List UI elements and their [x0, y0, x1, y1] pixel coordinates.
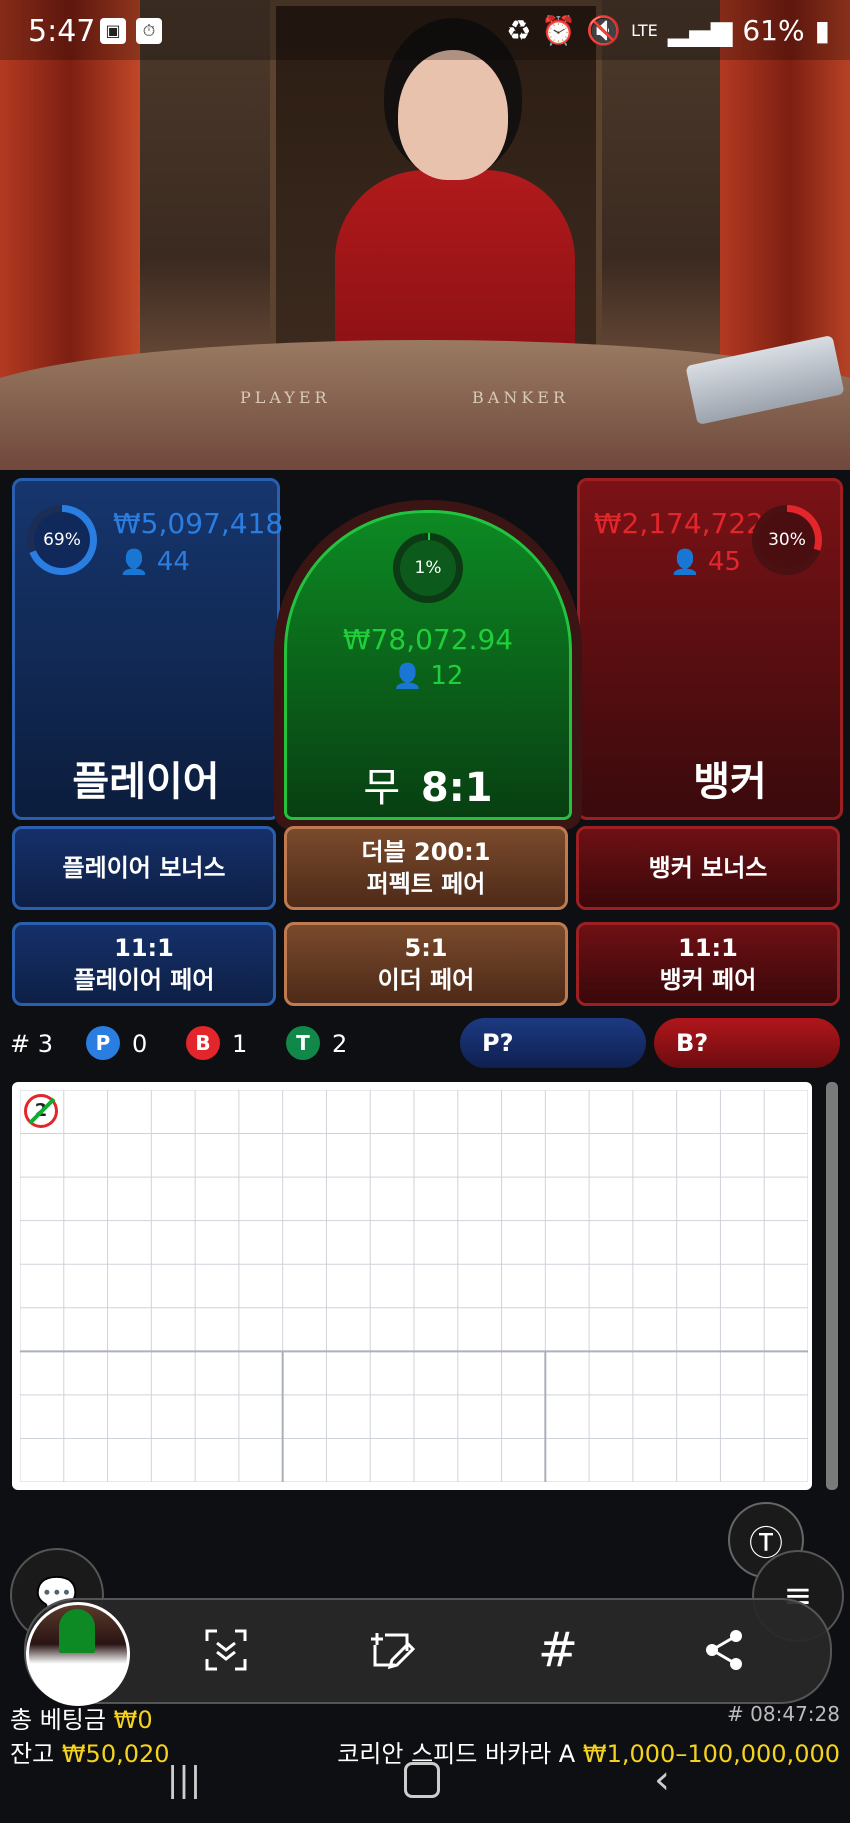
- banker-win-count: 1: [232, 1030, 248, 1058]
- tie-bet-amount: ₩78,072.94: [342, 623, 514, 656]
- recent-apps-icon[interactable]: |||: [154, 1755, 214, 1805]
- tie-bettor-count: 12: [430, 661, 464, 691]
- banker-pair-odds: 11:1: [678, 934, 738, 962]
- tie-win-count: 2: [332, 1030, 348, 1058]
- player-bonus-label: 플레이어 보너스: [62, 854, 226, 882]
- battery-icon: ▮: [814, 14, 830, 47]
- road-scrollbar[interactable]: [826, 1082, 838, 1490]
- back-icon[interactable]: ‹: [632, 1755, 692, 1805]
- tie-win-dot: T: [286, 1026, 320, 1060]
- banker-label: 뱅커: [693, 759, 767, 805]
- tie-label-row: 무 8:1: [287, 755, 569, 813]
- banker-bonus-label: 뱅커 보너스: [648, 854, 768, 882]
- banker-predict-button[interactable]: B?: [654, 1018, 840, 1068]
- total-bet-label: 총 베팅금: [10, 1706, 106, 1734]
- player-win-count: 0: [132, 1030, 148, 1058]
- balance: 잔고 ₩50,020: [10, 1734, 170, 1769]
- banker-bettor-count: 45: [707, 547, 741, 577]
- live-video: PLAYER BANKER: [0, 0, 850, 470]
- tie-bettors: 👤 12: [287, 661, 569, 691]
- banker-percent: 30%: [759, 512, 815, 568]
- network-type: LTE: [631, 20, 658, 40]
- scroll-capture-icon[interactable]: [196, 1620, 256, 1680]
- dealer-head: [398, 50, 508, 180]
- banker-percent-ring: 30%: [752, 505, 822, 575]
- status-right: ♻ ⏰ 🔇 LTE ▂▄▆ 61% ▮: [506, 14, 830, 47]
- player-pair-button[interactable]: 11:1 플레이어 페어: [12, 922, 276, 1006]
- timer-app-icon: ⏱: [136, 18, 162, 44]
- battery-percent: 61%: [742, 14, 805, 47]
- bet-limits: ₩1,000–100,000,000: [582, 1740, 840, 1768]
- gallery-icon: ▣: [100, 18, 126, 44]
- player-pair-odds: 11:1: [114, 934, 174, 962]
- tie-odds: 8:1: [420, 765, 493, 811]
- table-banker-text: BANKER: [472, 388, 569, 407]
- banker-bonus-button[interactable]: 뱅커 보너스: [576, 826, 840, 910]
- banker-pair-button[interactable]: 11:1 뱅커 페어: [576, 922, 840, 1006]
- total-bet-value: ₩0: [113, 1706, 153, 1734]
- banker-win-dot: B: [186, 1026, 220, 1060]
- player-pair-label: 플레이어 페어: [73, 966, 215, 994]
- player-predict-button[interactable]: P?: [460, 1018, 646, 1068]
- either-pair-button[interactable]: 5:1 이더 페어: [284, 922, 568, 1006]
- player-percent-ring: 69%: [27, 505, 97, 575]
- banker-bet-spot[interactable]: ₩2,174,722 👤 45 30% 뱅커: [577, 478, 843, 820]
- either-pair-odds: 5:1: [404, 934, 448, 962]
- player-bet-amount: ₩5,097,418: [113, 507, 284, 540]
- mute-icon: 🔇: [586, 14, 622, 47]
- player-bonus-button[interactable]: 플레이어 보너스: [12, 826, 276, 910]
- balance-label: 잔고: [10, 1740, 55, 1768]
- draw-edit-icon[interactable]: [362, 1620, 422, 1680]
- alarm-icon: ⏰: [541, 14, 577, 47]
- status-time: 5:47: [28, 14, 96, 49]
- player-label: 플레이어: [72, 759, 220, 805]
- signal-icon: ▂▄▆: [667, 14, 733, 47]
- perfect-pair-label: 퍼펙트 페어: [366, 870, 486, 898]
- table-player-text: PLAYER: [240, 388, 331, 407]
- total-bet: 총 베팅금 ₩0: [10, 1700, 153, 1735]
- user-icon: 👤: [392, 662, 423, 690]
- player-bettor-count: 44: [156, 547, 190, 577]
- round-number: # 3: [10, 1030, 54, 1058]
- perfect-pair-button[interactable]: 더블 200:1 퍼펙트 페어: [284, 826, 568, 910]
- road-grid: [20, 1090, 808, 1482]
- home-icon[interactable]: [392, 1755, 452, 1805]
- hashtag-icon[interactable]: #: [528, 1620, 588, 1680]
- table-name: 코리안 스피드 바카라 A: [337, 1740, 576, 1768]
- round-id: # 08:47:28: [727, 1702, 840, 1726]
- thumbnail-tie: [59, 1609, 95, 1653]
- recycle-icon: ♻: [506, 14, 532, 47]
- banker-pair-label: 뱅커 페어: [659, 966, 757, 994]
- tie-percent: 1%: [400, 540, 456, 596]
- player-percent: 69%: [34, 512, 90, 568]
- screenshot-thumbnail[interactable]: [26, 1602, 130, 1706]
- banker-bettors: 👤 45: [670, 547, 741, 577]
- player-bet-spot[interactable]: 69% ₩5,097,418 👤 44 플레이어: [12, 478, 284, 820]
- status-bar: 5:47 ▣ ⏱ ♻ ⏰ 🔇 LTE ▂▄▆ 61% ▮: [0, 0, 850, 60]
- tie-percent-ring: 1%: [393, 533, 463, 603]
- share-icon[interactable]: [694, 1620, 754, 1680]
- player-bettors: 👤 44: [119, 547, 190, 577]
- either-pair-label: 이더 페어: [377, 966, 475, 994]
- perfect-pair-odds: 더블 200:1: [361, 838, 491, 866]
- user-icon: 👤: [119, 548, 149, 576]
- user-icon: 👤: [670, 548, 700, 576]
- tie-label: 무: [363, 765, 401, 811]
- road-first-result: 2: [24, 1094, 58, 1128]
- banker-bet-amount: ₩2,174,722: [593, 507, 764, 540]
- tie-bet-spot[interactable]: 1% ₩78,072.94 👤 12 무 8:1: [284, 510, 572, 820]
- player-win-dot: P: [86, 1026, 120, 1060]
